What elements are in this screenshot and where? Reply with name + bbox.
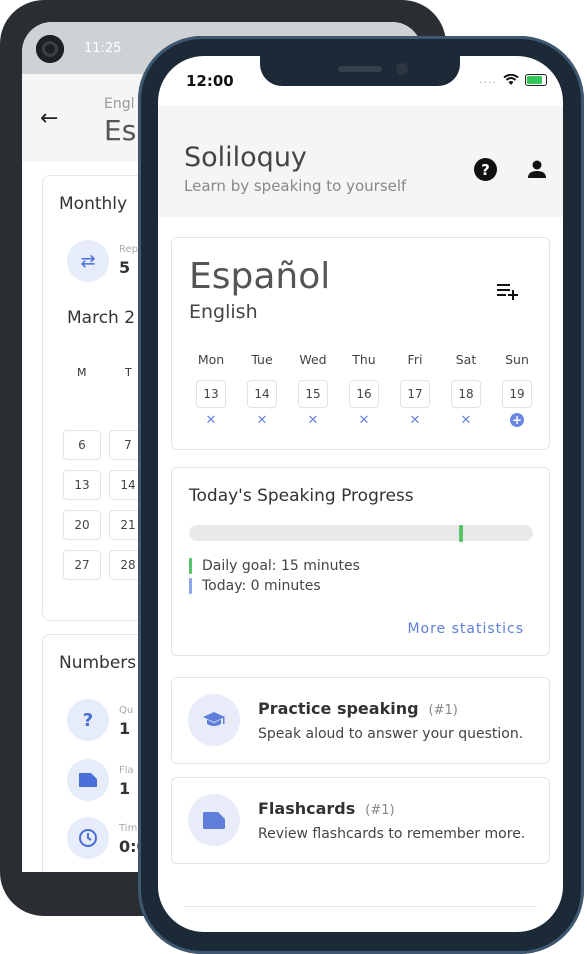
activity-title-text: Practice speaking	[258, 699, 419, 718]
day-date: 16	[349, 380, 379, 408]
calendar-day[interactable]: 13	[63, 470, 101, 500]
today-text: Today: 0 minutes	[202, 578, 321, 594]
day-name: Sun	[505, 352, 529, 367]
status-time: 12:00	[186, 72, 234, 90]
status-icons: ....	[479, 73, 547, 86]
monthly-card-title: Monthly	[59, 194, 128, 214]
day-name: Sat	[455, 352, 477, 367]
activity-title: Flashcards (#1)	[258, 799, 395, 818]
flashcard-icon	[67, 759, 109, 801]
question-icon: ?	[67, 699, 109, 741]
today-legend: Today: 0 minutes	[189, 578, 321, 594]
front-phone: 12:00 .... Soliloquy Learn by speaking t…	[138, 36, 584, 954]
missed-icon: ✕	[205, 413, 217, 428]
today-legend-swatch	[189, 578, 192, 594]
progress-title: Today's Speaking Progress	[189, 486, 414, 506]
progress-track	[189, 525, 533, 542]
activity-title-text: Flashcards	[258, 799, 356, 818]
missed-icon: ✕	[307, 413, 319, 428]
stat-label: Tim	[119, 823, 138, 834]
day-date: 14	[247, 380, 277, 408]
day-column[interactable]: Sun 19 +	[495, 352, 539, 428]
activity-count: (#1)	[365, 803, 395, 818]
goal-legend-swatch	[189, 558, 192, 574]
day-column[interactable]: Sat 18 ✕	[444, 352, 488, 428]
playlist-add-icon[interactable]	[496, 282, 518, 300]
dow-label: T	[125, 366, 132, 379]
stat-value: 1	[119, 779, 131, 798]
calendar-day[interactable]: 27	[63, 550, 101, 580]
day-name: Wed	[299, 352, 327, 367]
person-icon[interactable]	[526, 158, 548, 180]
flashcard-icon	[188, 794, 240, 846]
graduation-cap-icon	[188, 694, 240, 746]
battery-charging-icon	[525, 73, 547, 86]
repeat-icon: ⇄	[67, 240, 109, 282]
activity-description: Review flashcards to remember more.	[258, 826, 526, 842]
activity-description: Speak aloud to answer your question.	[258, 726, 524, 742]
language-title: Español	[189, 256, 331, 297]
back-header-subtitle: Engl	[104, 96, 135, 112]
numbers-card-title: Numbers	[59, 653, 137, 673]
day-name: Thu	[352, 352, 376, 367]
dow-label: M	[77, 366, 87, 379]
progress-card: Today's Speaking Progress Daily goal: 15…	[171, 467, 550, 656]
help-icon[interactable]: ?	[474, 158, 497, 181]
missed-icon: ✕	[358, 413, 370, 428]
day-name: Tue	[251, 352, 273, 367]
day-date: 17	[400, 380, 430, 408]
day-column[interactable]: Wed 15 ✕	[291, 352, 335, 428]
language-card[interactable]: Español English Mon 13 ✕ Tue 14 ✕ Wed 15…	[171, 237, 550, 450]
wifi-icon	[503, 73, 519, 85]
day-name: Mon	[197, 352, 225, 367]
day-date: 13	[196, 380, 226, 408]
missed-icon: ✕	[460, 413, 472, 428]
day-name: Fri	[407, 352, 423, 367]
native-language: English	[189, 301, 258, 323]
front-phone-screen: 12:00 .... Soliloquy Learn by speaking t…	[158, 56, 563, 932]
calendar-day[interactable]: 6	[63, 430, 101, 460]
front-camera	[396, 63, 408, 75]
app-subtitle: Learn by speaking to yourself	[184, 177, 407, 195]
add-session-glyph: +	[510, 413, 524, 427]
activity-title: Practice speaking (#1)	[258, 699, 458, 718]
back-header-title: Es	[104, 114, 137, 147]
day-date: 18	[451, 380, 481, 408]
day-column[interactable]: Tue 14 ✕	[240, 352, 284, 428]
missed-icon: ✕	[409, 413, 421, 428]
stat-value: 1	[119, 719, 131, 738]
repeat-value: 5	[119, 258, 131, 277]
activity-count: (#1)	[428, 703, 458, 718]
stat-label: Qu	[119, 705, 134, 716]
divider	[184, 906, 537, 907]
goal-marker	[458, 525, 463, 542]
clock-icon	[67, 817, 109, 859]
calendar-day[interactable]: 20	[63, 510, 101, 540]
app-title: Soliloquy	[184, 142, 307, 173]
goal-text: Daily goal: 15 minutes	[202, 558, 360, 574]
day-column[interactable]: Fri 17 ✕	[393, 352, 437, 428]
day-column[interactable]: Thu 16 ✕	[342, 352, 386, 428]
signal-icon: ....	[479, 73, 497, 86]
day-date: 19	[502, 380, 532, 408]
goal-legend: Daily goal: 15 minutes	[189, 558, 360, 574]
practice-speaking-card[interactable]: Practice speaking (#1) Speak aloud to ans…	[171, 677, 550, 764]
flashcards-card[interactable]: Flashcards (#1) Review flashcards to reme…	[171, 777, 550, 864]
add-session-icon[interactable]: +	[495, 413, 539, 428]
camera-icon	[36, 35, 64, 63]
repeat-label: Rep	[119, 244, 138, 255]
missed-icon: ✕	[256, 413, 268, 428]
day-date: 15	[298, 380, 328, 408]
month-label: March 2	[67, 308, 136, 328]
android-status-time: 11:25	[84, 41, 122, 56]
app-header: Soliloquy Learn by speaking to yourself …	[158, 106, 563, 217]
more-statistics-link[interactable]: More statistics	[407, 621, 524, 637]
day-column[interactable]: Mon 13 ✕	[189, 352, 233, 428]
back-arrow-icon[interactable]: ←	[40, 106, 58, 131]
stat-label: Fla	[119, 765, 134, 776]
speaker	[338, 66, 382, 72]
notch	[260, 56, 460, 86]
